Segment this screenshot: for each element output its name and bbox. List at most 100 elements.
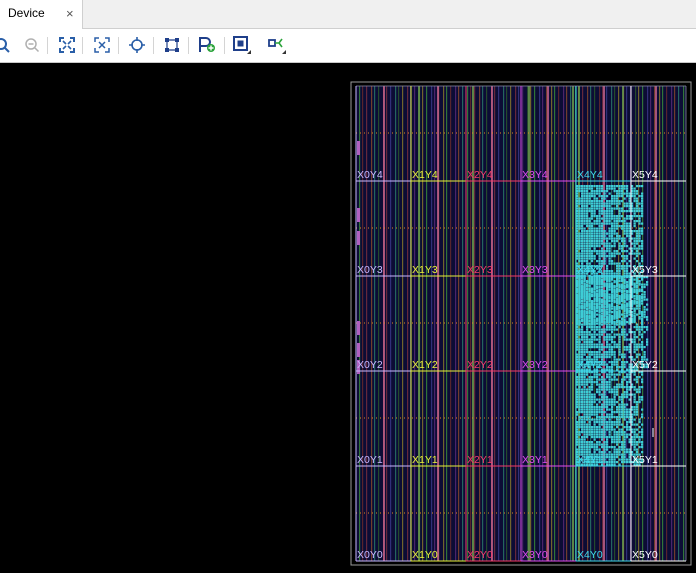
placed-cell (606, 283, 609, 286)
tab-device[interactable]: Device × (0, 0, 83, 29)
placed-cell (588, 185, 591, 188)
placed-cell (578, 393, 581, 396)
placed-cell (578, 446, 581, 449)
placed-cell (623, 293, 626, 296)
zoom-out-icon (25, 38, 40, 53)
resource-column (434, 86, 436, 561)
placed-cell (633, 333, 636, 336)
placed-cell (588, 320, 591, 323)
placed-cell (636, 260, 639, 263)
placed-cell (633, 378, 636, 381)
placed-cell (603, 428, 606, 431)
placed-cell (621, 187, 624, 190)
placed-cell (606, 242, 609, 245)
placed-cell (603, 222, 606, 225)
placed-cell (578, 232, 581, 235)
placed-cell (591, 426, 594, 429)
placed-cell (608, 423, 611, 426)
placed-cell (638, 207, 641, 210)
placed-cell (621, 215, 624, 218)
zoom-out-button[interactable] (22, 35, 42, 55)
placed-cell (628, 293, 631, 296)
placed-cell (613, 197, 616, 200)
placed-cell (626, 421, 629, 424)
placed-cell (596, 378, 599, 381)
placed-cell (583, 313, 586, 316)
placed-cell (596, 286, 599, 289)
placed-cell (591, 318, 594, 321)
placed-cell (598, 326, 601, 329)
placed-cell (641, 296, 644, 299)
placed-cell (591, 353, 594, 356)
placed-cell (608, 386, 611, 389)
placed-cell (581, 338, 584, 341)
placed-cell (633, 321, 636, 324)
placed-cell (608, 373, 611, 376)
placed-cell (596, 346, 599, 349)
placed-cell (621, 333, 624, 336)
placed-cell (623, 348, 626, 351)
placed-cell (613, 363, 616, 366)
placed-cell (608, 431, 611, 434)
placed-cell (593, 423, 596, 426)
placed-cell (623, 197, 626, 200)
placed-cell (643, 346, 646, 349)
placed-cell (628, 461, 631, 464)
placed-cell (603, 456, 606, 459)
placed-cell (613, 313, 616, 316)
zoom-fit-button[interactable] (57, 35, 77, 55)
add-pblock-button[interactable] (197, 35, 217, 55)
net-options-button[interactable] (267, 35, 287, 55)
placed-cell (581, 333, 584, 336)
placed-cell (581, 197, 584, 200)
placed-cell (583, 210, 586, 213)
placed-cell (588, 217, 591, 220)
placed-cell (581, 408, 584, 411)
placed-cell (581, 406, 584, 409)
placed-cell (593, 401, 596, 404)
placed-cell (611, 303, 614, 306)
placed-cell (626, 272, 629, 275)
placed-cell (611, 373, 614, 376)
clock-region-label: X0Y3 (357, 264, 383, 276)
placed-cell (586, 381, 589, 384)
placed-cell (636, 403, 639, 406)
placed-cell (603, 448, 606, 451)
close-icon[interactable]: × (66, 6, 74, 22)
placed-cell (586, 212, 589, 215)
placed-cell (593, 373, 596, 376)
placed-cell (603, 396, 606, 399)
placed-cell (633, 336, 636, 339)
placed-cell (603, 383, 606, 386)
placed-cell (621, 363, 624, 366)
device-view-canvas[interactable]: X0Y4 X1Y4 X2Y4 X3Y4 X4Y4 X5Y4 X0Y3 X1Y3 X2Y3 X3Y3… (0, 63, 696, 573)
zoom-selection-button[interactable] (92, 35, 112, 55)
device-floorplan[interactable]: X0Y4 X1Y4 X2Y4 X3Y4 X4Y4 X5Y4X0Y3 X1Y3 X2Y3 X3Y3… (0, 63, 696, 573)
placed-cell (593, 406, 596, 409)
zoom-in-button[interactable] (0, 35, 12, 55)
placed-cell (588, 255, 591, 258)
placed-cell (616, 262, 619, 265)
placed-cell (581, 446, 584, 449)
placed-cell (606, 346, 609, 349)
placed-cell (601, 408, 604, 411)
placed-cell (606, 247, 609, 250)
routing-resources-button[interactable] (162, 35, 182, 55)
placed-cell (603, 205, 606, 208)
placed-cell (593, 431, 596, 434)
placed-cell (608, 272, 611, 275)
auto-fit-selection-button[interactable] (127, 35, 147, 55)
placed-cell (626, 423, 629, 426)
placed-cell (581, 232, 584, 235)
placed-cell (643, 308, 646, 311)
placed-cell (621, 386, 624, 389)
pblock-options-button[interactable] (232, 35, 252, 55)
placed-cell (611, 272, 614, 275)
placed-cell (581, 240, 584, 243)
placed-cell (628, 331, 631, 334)
placed-cell (628, 318, 631, 321)
placed-cell (591, 200, 594, 203)
resource-column (414, 86, 416, 561)
placed-cell (591, 411, 594, 414)
placed-cell (601, 388, 604, 391)
